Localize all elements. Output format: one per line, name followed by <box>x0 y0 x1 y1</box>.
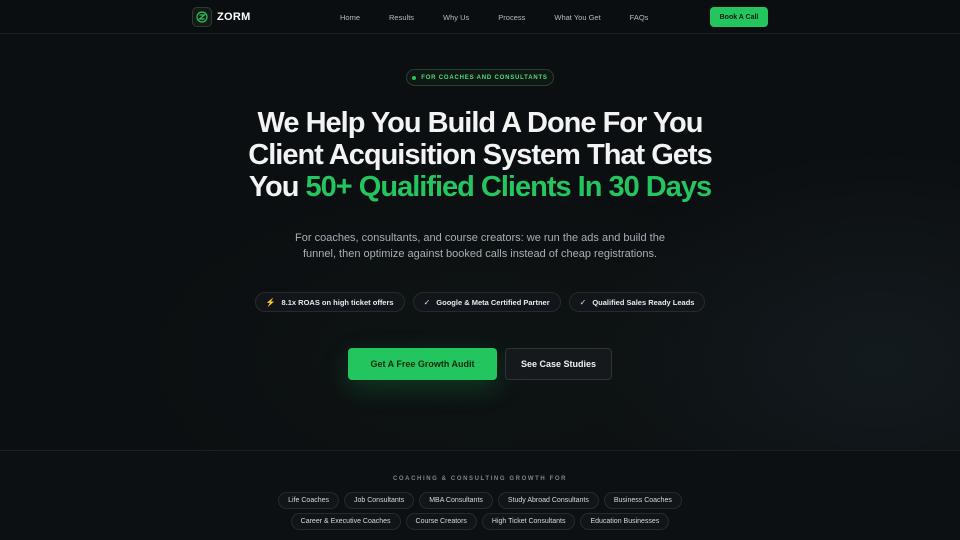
nav-link-results[interactable]: Results <box>389 13 414 22</box>
pill-label: Google & Meta Certified Partner <box>436 297 550 307</box>
headline-line-2: Client Acquisition System That Gets <box>248 139 712 171</box>
nav-link-faqs[interactable]: FAQs <box>630 13 649 22</box>
tag-education-businesses: Education Businesses <box>580 513 670 530</box>
tag-business-coaches: Business Coaches <box>603 492 682 509</box>
top-navbar: ZORM Home Results Why Us Process What Yo… <box>0 0 960 34</box>
audience-badge: FOR COACHES AND CONSULTANTS <box>406 69 554 86</box>
nav-link-what-you-get[interactable]: What You Get <box>554 13 600 22</box>
tag-career-executive-coaches: Career & Executive Coaches <box>290 513 401 530</box>
trust-pill-certified: ✓ Google & Meta Certified Partner <box>412 292 561 312</box>
tag-life-coaches: Life Coaches <box>278 492 339 509</box>
check-icon: ✓ <box>423 297 431 307</box>
growth-for-section: COACHING & CONSULTING GROWTH FOR Life Co… <box>0 450 960 540</box>
free-growth-audit-button[interactable]: Get A Free Growth Audit <box>348 348 497 380</box>
tag-row-2: Career & Executive Coaches Course Creato… <box>0 513 960 530</box>
nav-link-process[interactable]: Process <box>498 13 525 22</box>
nav-links: Home Results Why Us Process What You Get… <box>340 0 677 34</box>
trust-pill-roas: ⚡ 8.1x ROAS on high ticket offers <box>254 292 405 312</box>
trust-pill-leads: ✓ Qualified Sales Ready Leads <box>568 292 706 312</box>
check-icon: ✓ <box>579 297 587 307</box>
tag-course-creators: Course Creators <box>405 513 477 530</box>
headline-accent: 50+ Qualified Clients In 30 Days <box>305 171 713 203</box>
tag-row-1: Life Coaches Job Consultants MBA Consult… <box>0 492 960 509</box>
headline-line-3-prefix: You <box>248 171 306 203</box>
hero-subtitle: For coaches, consultants, and course cre… <box>295 232 665 260</box>
nav-link-home[interactable]: Home <box>340 13 360 22</box>
tag-study-abroad-consultants: Study Abroad Consultants <box>497 492 599 509</box>
logo[interactable]: ZORM <box>192 7 251 27</box>
bolt-icon: ⚡ <box>265 297 276 307</box>
case-studies-button[interactable]: See Case Studies <box>505 348 612 380</box>
tag-high-ticket-consultants: High Ticket Consultants <box>481 513 576 530</box>
pill-label: 8.1x ROAS on high ticket offers <box>281 297 394 307</box>
logo-text: ZORM <box>217 11 251 23</box>
trust-pills: ⚡ 8.1x ROAS on high ticket offers ✓ Goog… <box>0 292 960 312</box>
section-label: COACHING & CONSULTING GROWTH FOR <box>392 476 568 482</box>
tag-mba-consultants: MBA Consultants <box>419 492 493 509</box>
nav-link-why-us[interactable]: Why Us <box>443 13 469 22</box>
hero-headline: We Help You Build A Done For You Client … <box>200 107 760 203</box>
logo-icon <box>192 7 212 27</box>
pill-label: Qualified Sales Ready Leads <box>592 297 695 307</box>
book-a-call-button[interactable]: Book A Call <box>710 7 768 27</box>
badge-dot-icon <box>412 75 417 80</box>
headline-line-1: We Help You Build A Done For You <box>257 107 704 139</box>
headline-line-3: You 50+ Qualified Clients In 30 Days <box>200 171 760 203</box>
badge-text: FOR COACHES AND CONSULTANTS <box>421 74 548 81</box>
tag-job-consultants: Job Consultants <box>344 492 415 509</box>
